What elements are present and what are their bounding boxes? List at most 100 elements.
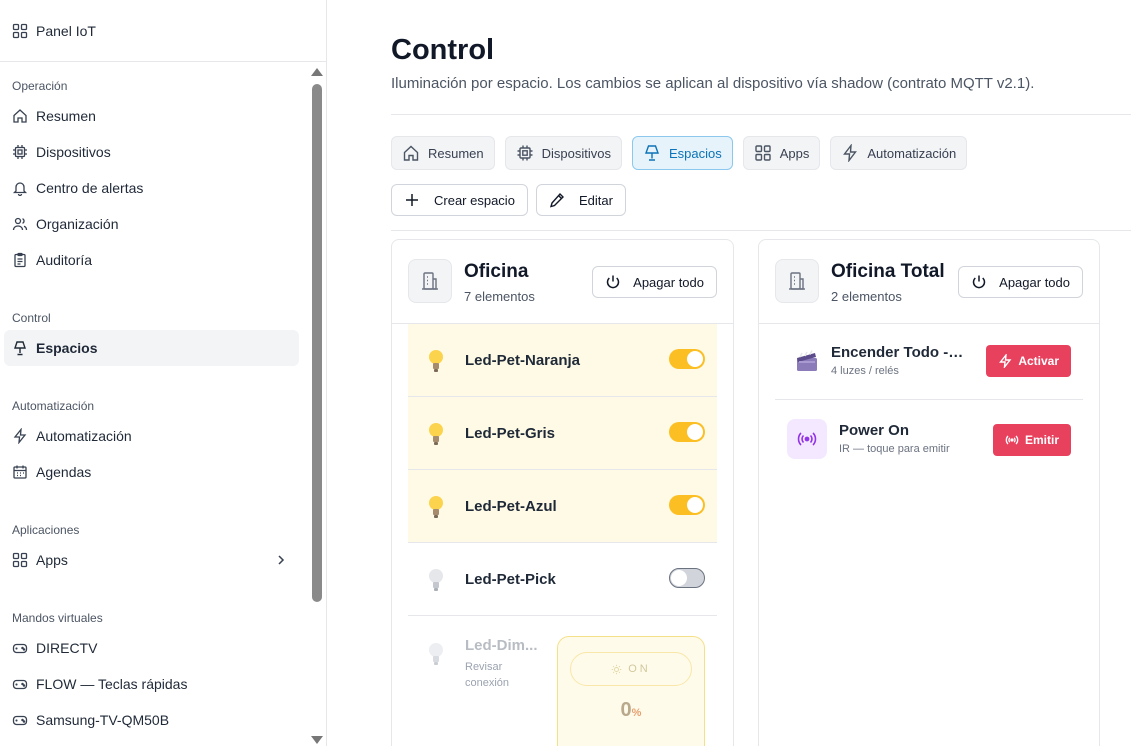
- broadcast-icon: [787, 419, 827, 459]
- brand-label: Panel IoT: [36, 22, 96, 39]
- gamepad-icon: [12, 643, 28, 654]
- brand[interactable]: Panel IoT: [0, 0, 326, 62]
- dimmer-value-number: 0: [620, 699, 632, 721]
- tab-bar: Resumen Dispositivos Espacios Apps Autom…: [391, 136, 968, 170]
- card-header: Oficina Total 2 elementos Apagar todo: [759, 240, 1099, 324]
- clapperboard-icon: [787, 341, 827, 381]
- device-row: Led-Pet-Naranja: [408, 324, 717, 397]
- device-name: Led-Pet-Gris: [465, 425, 556, 442]
- device-name: Led-Pet-Azul: [465, 498, 557, 515]
- tab-label: Automatización: [867, 145, 957, 161]
- sidebar-item-directv[interactable]: DIRECTV: [4, 630, 299, 666]
- lightbulb-on-icon: [429, 496, 443, 518]
- emit-button[interactable]: Emitir: [992, 424, 1071, 456]
- pencil-icon: [549, 192, 564, 208]
- tab-espacios[interactable]: Espacios: [632, 136, 733, 170]
- sidebar-item-alertas[interactable]: Centro de alertas: [4, 170, 299, 206]
- device-name: Led-Pet-Naranja: [465, 352, 581, 369]
- device-toggle[interactable]: [669, 568, 705, 588]
- scroll-up-arrow-icon[interactable]: [311, 68, 323, 76]
- create-space-button[interactable]: Crear espacio: [391, 184, 528, 216]
- space-card-oficina-total: Oficina Total 2 elementos Apagar todo En…: [758, 239, 1100, 746]
- sidebar-item-samsung[interactable]: Samsung-TV-QM50B: [4, 702, 299, 738]
- scene-title: Power On: [839, 422, 910, 439]
- group-title-control: Control: [12, 311, 51, 325]
- scene-row: Encender Todo - I... 4 luzes / relés Act…: [775, 322, 1083, 400]
- users-icon: [12, 217, 28, 231]
- lightbulb-on-icon: [429, 423, 443, 445]
- power-icon: [972, 275, 986, 289]
- edit-button[interactable]: Editar: [535, 184, 626, 216]
- building-icon: [789, 272, 805, 290]
- sidebar-scrollbar[interactable]: [309, 64, 325, 746]
- sidebar-item-resumen[interactable]: Resumen: [4, 98, 299, 134]
- lightbulb-off-icon: [429, 643, 443, 665]
- scene-row: Power On IR — toque para emitir Emitir: [775, 400, 1083, 478]
- turn-off-all-button[interactable]: Apagar todo: [958, 266, 1083, 298]
- power-icon: [606, 275, 620, 289]
- button-label: Emitir: [1024, 433, 1059, 447]
- toggle-knob: [687, 351, 703, 367]
- tab-automatizacion[interactable]: Automatización: [830, 136, 968, 170]
- sidebar-item-label: Automatización: [36, 428, 132, 444]
- device-toggle[interactable]: [669, 422, 705, 442]
- dimmer-panel: ON 0%: [557, 636, 705, 746]
- chip-icon: [13, 145, 27, 159]
- bell-icon: [12, 182, 28, 196]
- scroll-down-arrow-icon[interactable]: [311, 736, 323, 744]
- lamp-icon: [645, 145, 659, 161]
- toggle-knob: [671, 570, 687, 586]
- page-title: Control: [391, 34, 495, 66]
- sidebar-item-dispositivos[interactable]: Dispositivos: [4, 134, 299, 170]
- sidebar-nav: Operación Resumen Dispositivos Centro de…: [0, 62, 307, 746]
- sidebar-item-label: Samsung-TV-QM50B: [36, 712, 170, 728]
- scene-subtitle: 4 luzes / relés: [831, 365, 899, 377]
- group-title-automatizacion: Automatización: [12, 399, 95, 413]
- tab-resumen[interactable]: Resumen: [391, 136, 495, 170]
- action-bar: Crear espacio Editar: [391, 184, 626, 216]
- lamp-icon: [14, 341, 26, 356]
- device-row: Led-Pet-Azul: [408, 470, 717, 543]
- tab-label: Apps: [779, 145, 810, 161]
- sidebar-item-label: Apps: [36, 552, 68, 568]
- sidebar-item-flow[interactable]: FLOW — Teclas rápidas: [4, 666, 299, 702]
- space-title: Oficina: [464, 261, 529, 282]
- sidebar-item-apps[interactable]: Apps: [4, 542, 299, 578]
- scrollbar-thumb[interactable]: [312, 84, 322, 602]
- space-card-oficina: Oficina 7 elementos Apagar todo Led-Pet-…: [391, 239, 734, 746]
- sidebar-item-label: Espacios: [36, 340, 98, 356]
- grid-icon: [12, 552, 28, 568]
- gamepad-icon: [12, 715, 28, 726]
- device-name: Led-Pet-Pick: [465, 571, 556, 588]
- button-label: Editar: [578, 192, 613, 208]
- activate-scene-button[interactable]: Activar: [986, 345, 1071, 377]
- scene-title: Encender Todo - I...: [831, 344, 967, 361]
- sidebar-item-agendas[interactable]: Agendas: [4, 454, 299, 490]
- toggle-knob: [687, 424, 703, 440]
- sidebar: Panel IoT Operación Resumen Dispositivos…: [0, 0, 327, 746]
- space-badge: [775, 259, 819, 303]
- sidebar-item-organizacion[interactable]: Organización: [4, 206, 299, 242]
- lightning-icon: [843, 144, 858, 162]
- device-toggle[interactable]: [669, 349, 705, 369]
- dimmer-on-button[interactable]: ON: [570, 652, 692, 686]
- sidebar-item-label: Dispositivos: [36, 144, 111, 160]
- chip-icon: [517, 145, 533, 161]
- sidebar-item-automatizacion[interactable]: Automatización: [4, 418, 299, 454]
- divider: [391, 230, 1131, 231]
- sidebar-item-espacios[interactable]: Espacios: [4, 330, 299, 366]
- device-toggle[interactable]: [669, 495, 705, 515]
- plus-icon: [406, 194, 418, 206]
- grid-icon: [755, 145, 771, 161]
- sidebar-item-label: Resumen: [36, 108, 96, 124]
- space-title: Oficina Total: [831, 261, 945, 282]
- group-title-mandos: Mandos virtuales: [12, 611, 103, 625]
- tab-dispositivos[interactable]: Dispositivos: [504, 136, 622, 170]
- tab-apps[interactable]: Apps: [742, 136, 821, 170]
- card-header: Oficina 7 elementos Apagar todo: [392, 240, 733, 324]
- turn-off-all-button[interactable]: Apagar todo: [592, 266, 717, 298]
- sidebar-item-label: Organización: [36, 216, 119, 232]
- sidebar-item-auditoria[interactable]: Auditoría: [4, 242, 299, 278]
- sidebar-item-label: FLOW — Teclas rápidas: [36, 676, 188, 692]
- main-content: Control Iluminación por espacio. Los cam…: [327, 0, 1131, 746]
